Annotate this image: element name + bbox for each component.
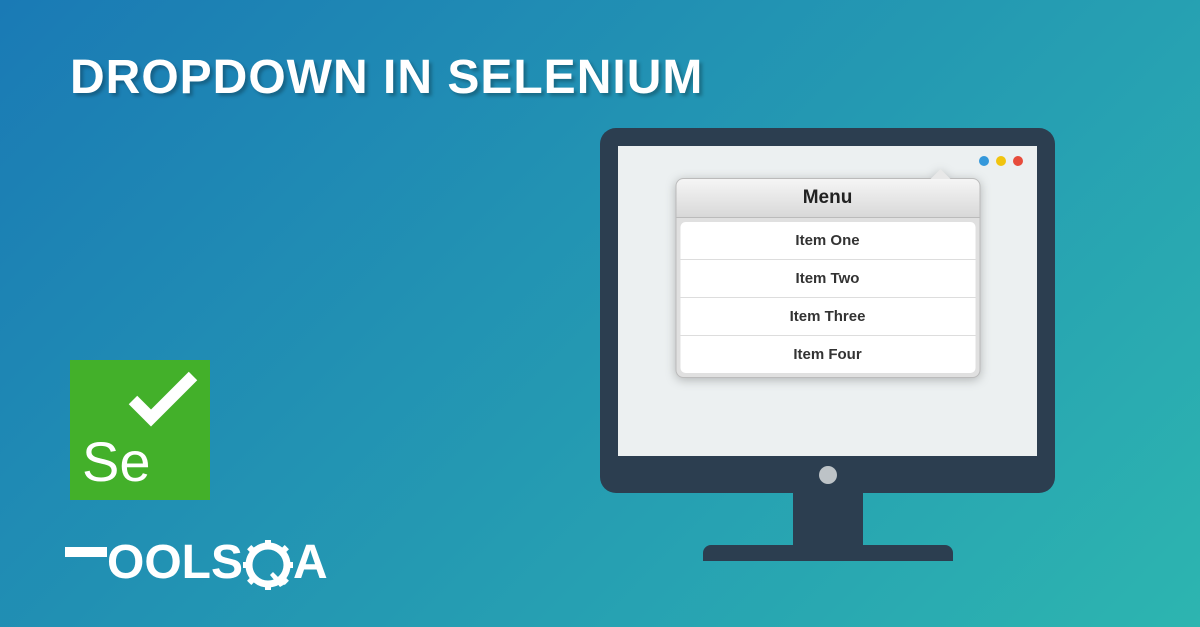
selenium-logo: Se xyxy=(70,360,210,500)
menu-item[interactable]: Item Two xyxy=(680,260,975,298)
monitor-base xyxy=(703,545,953,561)
menu-item[interactable]: Item One xyxy=(680,222,975,260)
monitor-body: Menu Item One Item Two Item Three Item F… xyxy=(600,128,1055,493)
t-letter-icon xyxy=(65,538,107,588)
menu-item[interactable]: Item Three xyxy=(680,298,975,336)
gear-icon xyxy=(243,540,293,590)
monitor-stand xyxy=(793,493,863,545)
selenium-text: Se xyxy=(82,429,151,494)
menu-items-container: Item One Item Two Item Three Item Four xyxy=(675,217,980,378)
window-controls xyxy=(979,156,1023,166)
toolsqa-part1: OOLS xyxy=(107,535,243,590)
menu-item[interactable]: Item Four xyxy=(680,336,975,373)
monitor-illustration: Menu Item One Item Two Item Three Item F… xyxy=(600,128,1055,588)
window-dot-blue xyxy=(979,156,989,166)
checkmark-icon xyxy=(125,370,200,430)
menu-header: Menu xyxy=(675,178,980,217)
dropdown-menu: Menu Item One Item Two Item Three Item F… xyxy=(675,178,980,378)
page-title: DROPDOWN IN SELENIUM xyxy=(70,50,703,105)
monitor-screen: Menu Item One Item Two Item Three Item F… xyxy=(618,146,1037,456)
monitor-power-button xyxy=(819,466,837,484)
window-dot-yellow xyxy=(996,156,1006,166)
toolsqa-logo: OOLS A xyxy=(65,535,328,590)
menu-pointer-icon xyxy=(930,169,950,179)
toolsqa-part2: A xyxy=(293,535,328,590)
window-dot-red xyxy=(1013,156,1023,166)
